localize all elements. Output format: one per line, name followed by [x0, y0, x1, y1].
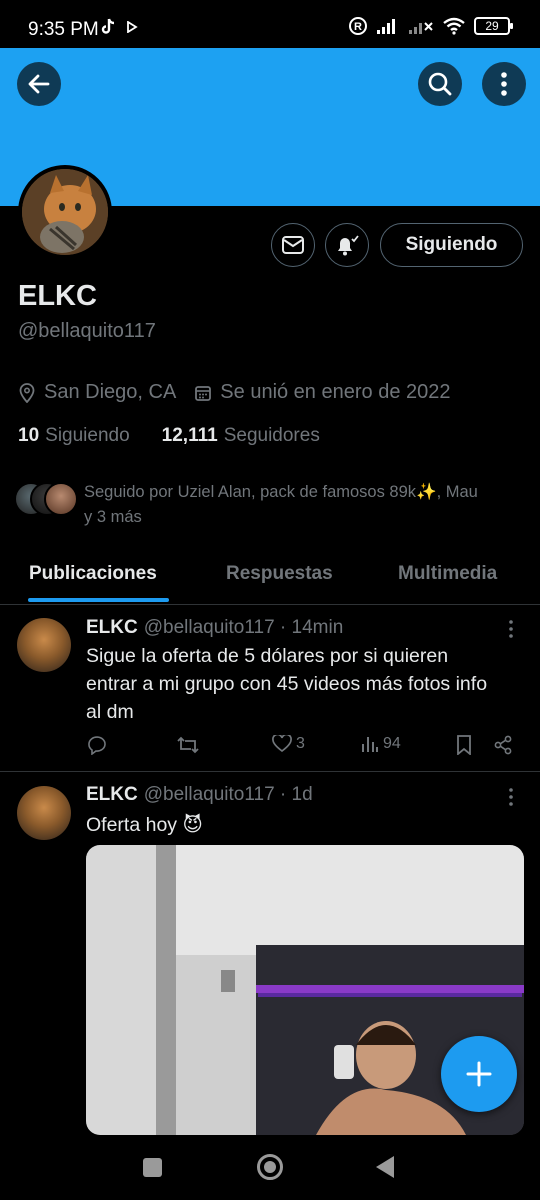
view-count: 94 — [383, 735, 401, 752]
follow-counts: 10 Siguiendo 12,111 Seguidores — [18, 425, 320, 447]
more-vertical-icon[interactable] — [508, 619, 514, 639]
avatar — [44, 482, 78, 516]
tweet-actions: 3 94 — [86, 735, 516, 759]
notifications-button[interactable] — [325, 223, 369, 267]
reply-icon — [88, 736, 106, 755]
bookmark-button[interactable] — [456, 735, 472, 755]
followed-by-row[interactable]: Seguido por Uziel Alan, pack de famosos … — [14, 480, 524, 530]
tab-publicaciones[interactable]: Publicaciones — [29, 563, 157, 585]
calendar-icon — [194, 384, 212, 402]
share-button[interactable] — [493, 735, 513, 755]
arrow-left-icon — [28, 74, 50, 94]
status-bar: 9:35 PM R 29 — [0, 0, 540, 48]
more-vertical-icon[interactable] — [508, 787, 514, 807]
tweet-handle-time: @bellaquito117 · 14min — [143, 617, 344, 638]
tiktok-icon — [101, 18, 115, 34]
views-chart-icon — [362, 737, 378, 752]
mutual-avatars — [14, 480, 78, 516]
followed-by-text: Seguido por Uziel Alan, pack de famosos … — [84, 480, 478, 530]
profile-avatar[interactable] — [18, 165, 112, 259]
followers-count[interactable]: 12,111 — [162, 425, 218, 447]
tweet-text-line: Sigue la oferta de 5 dólares por si quie… — [86, 645, 449, 667]
home-button[interactable] — [257, 1154, 283, 1180]
signal-icon — [377, 19, 395, 34]
tweet-header: ELKC @bellaquito117 · 14min — [86, 617, 343, 639]
heart-icon — [272, 735, 292, 753]
search-button[interactable] — [418, 62, 462, 106]
followed-by-line-2: y 3 más — [84, 508, 142, 526]
retweet-icon — [177, 736, 199, 754]
profile-location: San Diego, CA — [44, 381, 177, 403]
location-pin-icon — [18, 382, 36, 403]
tweet-text-line: entrar a mi grupo con 45 videos más foto… — [86, 673, 488, 695]
tweet-handle-time: @bellaquito117 · 1d — [143, 784, 313, 805]
tab-multimedia[interactable]: Multimedia — [398, 563, 497, 585]
profile-tabs: Publicaciones Respuestas Multimedia — [0, 545, 540, 605]
reply-button[interactable] — [86, 735, 108, 755]
plus-icon — [466, 1061, 492, 1087]
followed-by-line-1: Seguido por Uziel Alan, pack de famosos … — [84, 483, 478, 501]
views-button[interactable]: 94 — [361, 735, 401, 753]
profile-handle: @bellaquito117 — [18, 320, 156, 342]
message-button[interactable] — [271, 223, 315, 267]
share-icon — [494, 735, 512, 755]
tweet-text: Sigue la oferta de 5 dólares por si quie… — [86, 642, 526, 726]
envelope-icon — [282, 236, 304, 254]
bell-check-icon — [338, 235, 359, 256]
signal-off-icon — [409, 22, 433, 34]
recents-button[interactable] — [143, 1158, 162, 1177]
status-right-icons: R 29 — [348, 16, 513, 36]
search-icon — [428, 72, 452, 96]
wifi-icon — [443, 17, 465, 35]
bookmark-icon — [457, 735, 471, 755]
play-store-icon — [127, 21, 138, 33]
profile-joined-date: Se unió en enero de 2022 — [220, 381, 451, 403]
tweet-author-name[interactable]: ELKC — [86, 617, 138, 639]
profile-meta: San Diego, CA Se unió en enero de 2022 — [18, 381, 451, 404]
registered-icon: R — [349, 17, 367, 35]
compose-post-button[interactable] — [441, 1036, 517, 1112]
like-count: 3 — [296, 735, 305, 752]
tweet[interactable]: ELKC @bellaquito117 · 14min Sigue la ofe… — [0, 605, 540, 772]
tweet-author-name[interactable]: ELKC — [86, 784, 138, 806]
retweet-button[interactable] — [176, 735, 200, 755]
system-back-button[interactable] — [376, 1156, 394, 1178]
more-vertical-icon — [501, 72, 507, 96]
profile-display-name: ELKC — [18, 280, 97, 312]
tweet-text: Oferta hoy 😈 — [86, 814, 203, 836]
tab-respuestas[interactable]: Respuestas — [226, 563, 333, 585]
following-label[interactable]: Siguiendo — [45, 425, 130, 447]
more-options-button[interactable] — [482, 62, 526, 106]
status-time: 9:35 PM — [28, 19, 99, 40]
following-count[interactable]: 10 — [18, 425, 39, 447]
tweet-text-line: al dm — [86, 701, 134, 723]
following-button[interactable]: Siguiendo — [380, 223, 523, 267]
tweet-avatar[interactable] — [17, 786, 71, 840]
tweet-header: ELKC @bellaquito117 · 1d — [86, 784, 313, 806]
like-button[interactable]: 3 — [272, 735, 305, 753]
active-tab-indicator — [28, 598, 169, 602]
battery-indicator: 29 — [474, 17, 513, 35]
tweet-avatar[interactable] — [17, 618, 71, 672]
svg-text:R: R — [354, 21, 362, 33]
cat-avatar-image — [22, 169, 108, 255]
back-button[interactable] — [17, 62, 61, 106]
status-notification-icons — [100, 18, 138, 36]
followers-label[interactable]: Seguidores — [224, 425, 320, 447]
system-navigation-bar — [0, 1135, 540, 1200]
